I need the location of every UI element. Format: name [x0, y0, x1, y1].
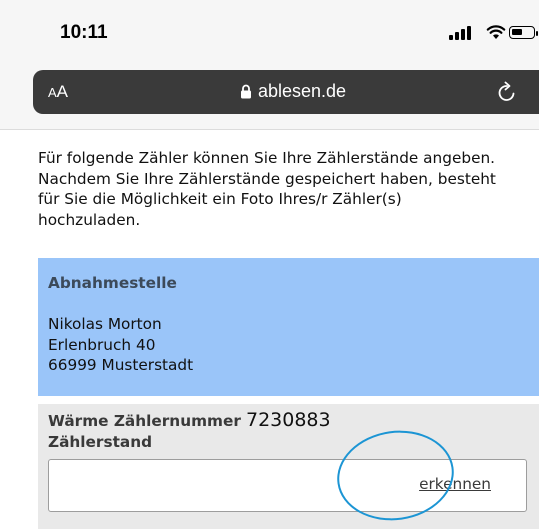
location-street: Erlenbruch 40 — [48, 335, 156, 354]
status-icons — [449, 24, 539, 42]
status-time: 10:11 — [60, 22, 108, 43]
recognize-link[interactable]: erkennen — [419, 475, 491, 493]
lock-icon — [240, 84, 251, 99]
location-name: Nikolas Morton — [48, 315, 162, 333]
meter-box: Wärme Zählernummer 7230883 Zählerstand e… — [38, 404, 539, 529]
intro-text: Für folgende Zähler können Sie Ihre Zähl… — [38, 149, 496, 229]
wifi-icon — [486, 25, 506, 39]
url-display[interactable]: ablesen.de — [33, 81, 539, 102]
meter-title: Wärme Zählernummer 7230883 — [48, 409, 529, 432]
reload-icon[interactable] — [497, 81, 517, 103]
location-city: 66999 Musterstadt — [48, 356, 194, 374]
reading-label: Zählerstand — [48, 433, 153, 451]
browser-toolbar: AA ablesen.de — [0, 62, 539, 130]
location-heading: Abnahmestelle — [48, 274, 177, 292]
meter-label: Wärme Zählernummer — [48, 412, 241, 430]
address-bar[interactable]: AA ablesen.de — [33, 70, 539, 114]
meter-number: 7230883 — [245, 409, 331, 431]
status-bar: 10:11 — [0, 0, 539, 62]
battery-icon — [509, 26, 535, 39]
url-text: ablesen.de — [257, 81, 347, 101]
location-box: Abnahmestelle Nikolas Morton Erlenbruch … — [38, 258, 539, 396]
